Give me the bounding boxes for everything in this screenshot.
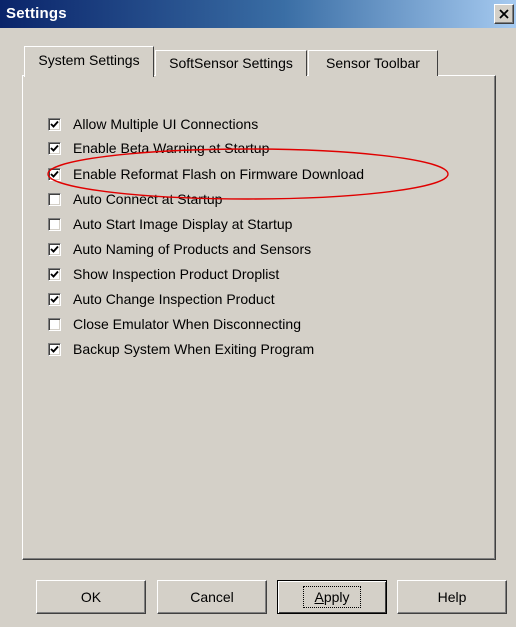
ok-button[interactable]: OK bbox=[36, 580, 146, 614]
checkmark-icon bbox=[50, 170, 59, 178]
option-auto-connect[interactable]: Auto Connect at Startup bbox=[48, 187, 222, 211]
checkbox[interactable] bbox=[48, 141, 61, 155]
option-label: Enable Beta Warning at Startup bbox=[73, 140, 270, 156]
checkbox[interactable] bbox=[48, 117, 61, 131]
option-label: Show Inspection Product Droplist bbox=[73, 266, 280, 282]
tab-label: Sensor Toolbar bbox=[326, 55, 420, 71]
tab-label: SoftSensor Settings bbox=[169, 55, 293, 71]
option-label: Auto Naming of Products and Sensors bbox=[73, 241, 312, 257]
option-show-inspection-product-droplist[interactable]: Show Inspection Product Droplist bbox=[48, 262, 279, 286]
option-label: Auto Connect at Startup bbox=[73, 191, 223, 207]
title-bar[interactable]: Settings bbox=[0, 0, 516, 28]
close-button[interactable] bbox=[494, 4, 514, 24]
option-backup-system[interactable]: Backup System When Exiting Program bbox=[48, 337, 314, 361]
option-enable-reformat-flash[interactable]: Enable Reformat Flash on Firmware Downlo… bbox=[48, 162, 364, 186]
checkbox[interactable] bbox=[48, 317, 61, 331]
option-auto-start-image-display[interactable]: Auto Start Image Display at Startup bbox=[48, 212, 292, 236]
checkmark-icon bbox=[50, 270, 59, 278]
option-label: Auto Start Image Display at Startup bbox=[73, 216, 293, 232]
tab-label: System Settings bbox=[38, 52, 140, 68]
option-allow-multiple-ui-connections[interactable]: Allow Multiple UI Connections bbox=[48, 112, 258, 136]
tab-sensor-toolbar[interactable]: Sensor Toolbar bbox=[308, 50, 438, 76]
tab-system-settings[interactable]: System Settings bbox=[24, 46, 154, 77]
option-label: Allow Multiple UI Connections bbox=[73, 116, 259, 132]
option-auto-change-inspection-product[interactable]: Auto Change Inspection Product bbox=[48, 287, 275, 311]
option-enable-beta-warning[interactable]: Enable Beta Warning at Startup bbox=[48, 136, 269, 160]
checkbox[interactable] bbox=[48, 192, 61, 206]
option-label: Close Emulator When Disconnecting bbox=[73, 316, 301, 332]
checkbox[interactable] bbox=[48, 292, 61, 306]
checkmark-icon bbox=[50, 245, 59, 253]
apply-label-rest: pply bbox=[323, 589, 350, 605]
checkbox[interactable] bbox=[48, 267, 61, 281]
cancel-button[interactable]: Cancel bbox=[157, 580, 267, 614]
tab-softsensor-settings[interactable]: SoftSensor Settings bbox=[155, 50, 307, 76]
ok-label: OK bbox=[80, 589, 102, 605]
cancel-label: Cancel bbox=[190, 589, 234, 605]
checkmark-icon bbox=[50, 345, 59, 353]
button-bar: OK Cancel Apply Help bbox=[0, 580, 516, 614]
apply-button[interactable]: Apply bbox=[277, 580, 387, 614]
option-label: Auto Change Inspection Product bbox=[73, 291, 275, 307]
checkbox[interactable] bbox=[48, 242, 61, 256]
checkbox[interactable] bbox=[48, 342, 61, 356]
checkmark-icon bbox=[50, 120, 59, 128]
checkbox[interactable] bbox=[48, 167, 61, 181]
window-title: Settings bbox=[6, 5, 67, 22]
settings-dialog: Settings System Settings SoftSensor Sett… bbox=[0, 0, 516, 627]
checkmark-icon bbox=[50, 295, 59, 303]
help-button[interactable]: Help bbox=[397, 580, 507, 614]
apply-mnemonic: A bbox=[314, 589, 324, 605]
checkmark-icon bbox=[50, 144, 59, 152]
option-auto-naming[interactable]: Auto Naming of Products and Sensors bbox=[48, 237, 311, 261]
help-label: Help bbox=[437, 589, 467, 605]
checkbox[interactable] bbox=[48, 217, 61, 231]
option-label: Enable Reformat Flash on Firmware Downlo… bbox=[73, 166, 365, 182]
close-icon bbox=[499, 9, 509, 19]
apply-label: Apply bbox=[303, 586, 361, 608]
option-close-emulator[interactable]: Close Emulator When Disconnecting bbox=[48, 312, 301, 336]
option-label: Backup System When Exiting Program bbox=[73, 341, 315, 357]
